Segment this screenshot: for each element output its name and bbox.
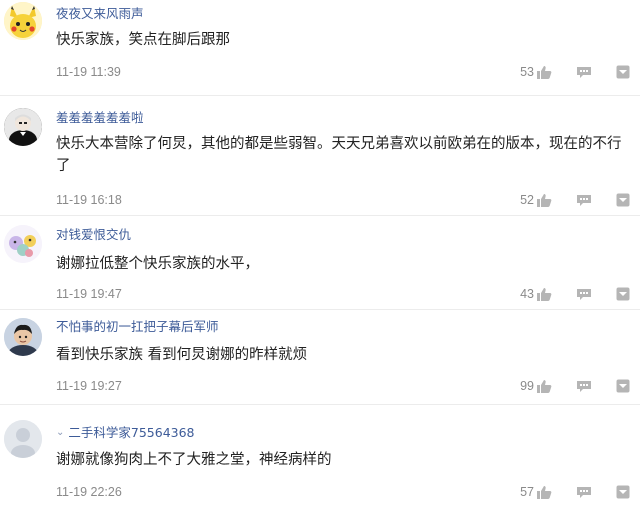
comment-time: 11-19 22:26 <box>56 485 122 499</box>
like-count: 43 <box>520 287 534 301</box>
comment-text: 快乐家族，笑点在脚后跟那 <box>56 32 230 48</box>
comment-text: 快乐大本营除了何炅，其他的都是些弱智。天天兄弟喜欢以前欧弟在的版本，现在的不行了 <box>56 136 622 174</box>
like-button[interactable]: 99 <box>520 378 552 394</box>
user-avatar[interactable] <box>4 318 42 356</box>
more-icon[interactable] <box>616 485 630 499</box>
comment-text: 谢娜就像狗肉上不了大雅之堂，神经病样的 <box>56 452 332 468</box>
user-badge-icon: ⌄ <box>56 427 65 438</box>
username[interactable]: 不怕事的初一扛把子幕后军师 <box>56 319 219 335</box>
like-count: 57 <box>520 485 534 499</box>
reply-icon[interactable] <box>576 380 592 393</box>
comment-time: 11-19 19:27 <box>56 379 122 393</box>
like-button[interactable]: 52 <box>520 192 552 208</box>
thumbs-up-icon <box>536 287 552 301</box>
comment-text: 谢娜拉低整个快乐家族的水平， <box>56 256 259 272</box>
more-icon[interactable] <box>616 379 630 393</box>
comment-divider <box>0 95 640 96</box>
like-button[interactable]: 53 <box>520 64 552 80</box>
user-avatar[interactable] <box>4 420 42 458</box>
comment-time: 11-19 11:39 <box>56 65 121 79</box>
like-count: 53 <box>520 65 534 79</box>
like-count: 99 <box>520 379 534 393</box>
avatar-image <box>4 420 42 458</box>
like-button[interactable]: 57 <box>520 484 552 500</box>
avatar-image <box>4 108 42 146</box>
avatar-image <box>4 225 42 263</box>
comment-time: 11-19 16:18 <box>56 193 122 207</box>
more-icon[interactable] <box>616 65 630 79</box>
like-count: 52 <box>520 193 534 207</box>
username[interactable]: ⌄ 二手科学家75564368 <box>56 425 195 441</box>
username-text: 二手科学家75564368 <box>68 425 195 440</box>
username[interactable]: 对钱爱恨交仇 <box>56 227 131 243</box>
more-icon[interactable] <box>616 193 630 207</box>
username[interactable]: 夜夜又来风雨声 <box>56 6 144 22</box>
thumbs-up-icon <box>536 65 552 79</box>
reply-icon[interactable] <box>576 66 592 79</box>
thumbs-up-icon <box>536 193 552 207</box>
thumbs-up-icon <box>536 379 552 393</box>
user-avatar[interactable] <box>4 108 42 146</box>
user-avatar[interactable] <box>4 225 42 263</box>
username[interactable]: 羞羞羞羞羞羞啦 <box>56 110 144 126</box>
comment-text: 看到快乐家族 看到何炅谢娜的昨样就烦 <box>56 347 308 363</box>
comment-divider <box>0 309 640 310</box>
reply-icon[interactable] <box>576 288 592 301</box>
comment-divider <box>0 404 640 405</box>
like-button[interactable]: 43 <box>520 286 552 302</box>
avatar-image <box>4 318 42 356</box>
thumbs-up-icon <box>536 485 552 499</box>
reply-icon[interactable] <box>576 194 592 207</box>
comment-time: 11-19 19:47 <box>56 287 122 301</box>
more-icon[interactable] <box>616 287 630 301</box>
reply-icon[interactable] <box>576 486 592 499</box>
user-avatar[interactable] <box>4 2 42 40</box>
comment-divider <box>0 215 640 216</box>
avatar-image <box>4 2 42 40</box>
